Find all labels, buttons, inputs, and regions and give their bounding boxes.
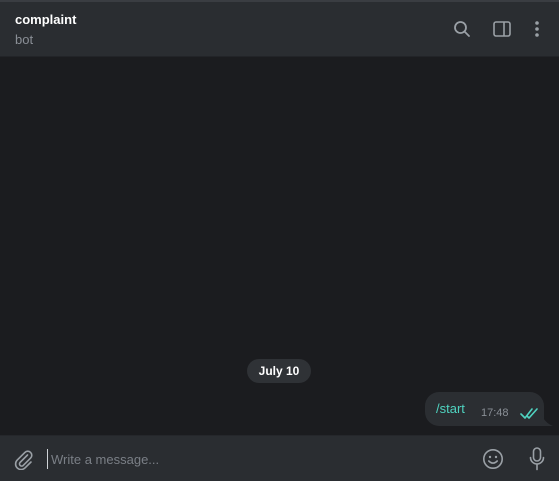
chat-window: complaint bot July 10 /start 17:48 Write… — [0, 0, 559, 481]
message-time: 17:48 — [481, 407, 509, 419]
message-input[interactable] — [47, 449, 451, 469]
paperclip-icon[interactable] — [11, 447, 35, 471]
chat-status: bot — [15, 32, 34, 47]
chat-title[interactable]: complaint — [15, 12, 76, 27]
search-icon[interactable] — [450, 17, 474, 41]
message-text[interactable]: /start — [436, 401, 465, 416]
message-history[interactable]: July 10 /start 17:48 — [0, 57, 559, 435]
microphone-icon[interactable] — [525, 447, 549, 471]
bubble-tail — [541, 414, 553, 426]
message-composer — [0, 435, 559, 481]
sidebar-toggle-icon[interactable] — [490, 17, 514, 41]
message-bubble-outgoing[interactable]: /start 17:48 — [425, 392, 544, 426]
more-vertical-icon[interactable] — [525, 17, 549, 41]
emoji-icon[interactable] — [481, 447, 505, 471]
chat-header: complaint bot — [0, 2, 559, 57]
double-check-icon — [520, 408, 538, 419]
date-separator: July 10 — [247, 359, 311, 383]
